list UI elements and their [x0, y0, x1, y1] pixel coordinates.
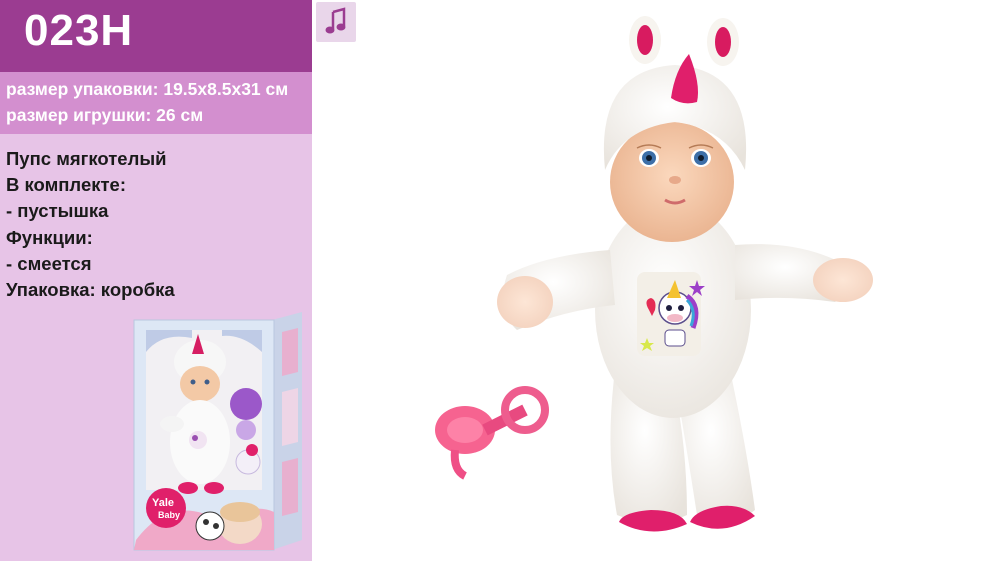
description-line: - пустышка: [6, 200, 109, 222]
description-line: - смеется: [6, 252, 92, 274]
product-description: Пупс мягкотелый В комплекте: - пустышка …: [6, 146, 175, 303]
info-panel: 023H размер упаковки: 19.5x8.5x31 см раз…: [0, 0, 312, 561]
box-brand-line1: Yale: [152, 497, 174, 509]
doll-photo: [435, 16, 873, 532]
description-line: В комплекте:: [6, 174, 126, 196]
pacifier-icon: [435, 386, 549, 480]
description-line: Упаковка: коробка: [6, 279, 175, 301]
unicorn-patch-icon: [637, 272, 705, 356]
description-line: Функции:: [6, 226, 93, 248]
toy-size: размер игрушки: 26 см: [6, 105, 204, 125]
product-code: 023H: [24, 6, 134, 55]
box-brand-line2: Baby: [158, 510, 180, 520]
size-header: размер упаковки: 19.5x8.5x31 см размер и…: [0, 72, 312, 134]
box-photo: Yale Baby: [133, 312, 302, 551]
music-note-icon: [316, 2, 356, 42]
code-header: 023H: [0, 0, 312, 72]
package-size: размер упаковки: 19.5x8.5x31 см: [6, 79, 289, 99]
description-line: Пупс мягкотелый: [6, 148, 167, 169]
